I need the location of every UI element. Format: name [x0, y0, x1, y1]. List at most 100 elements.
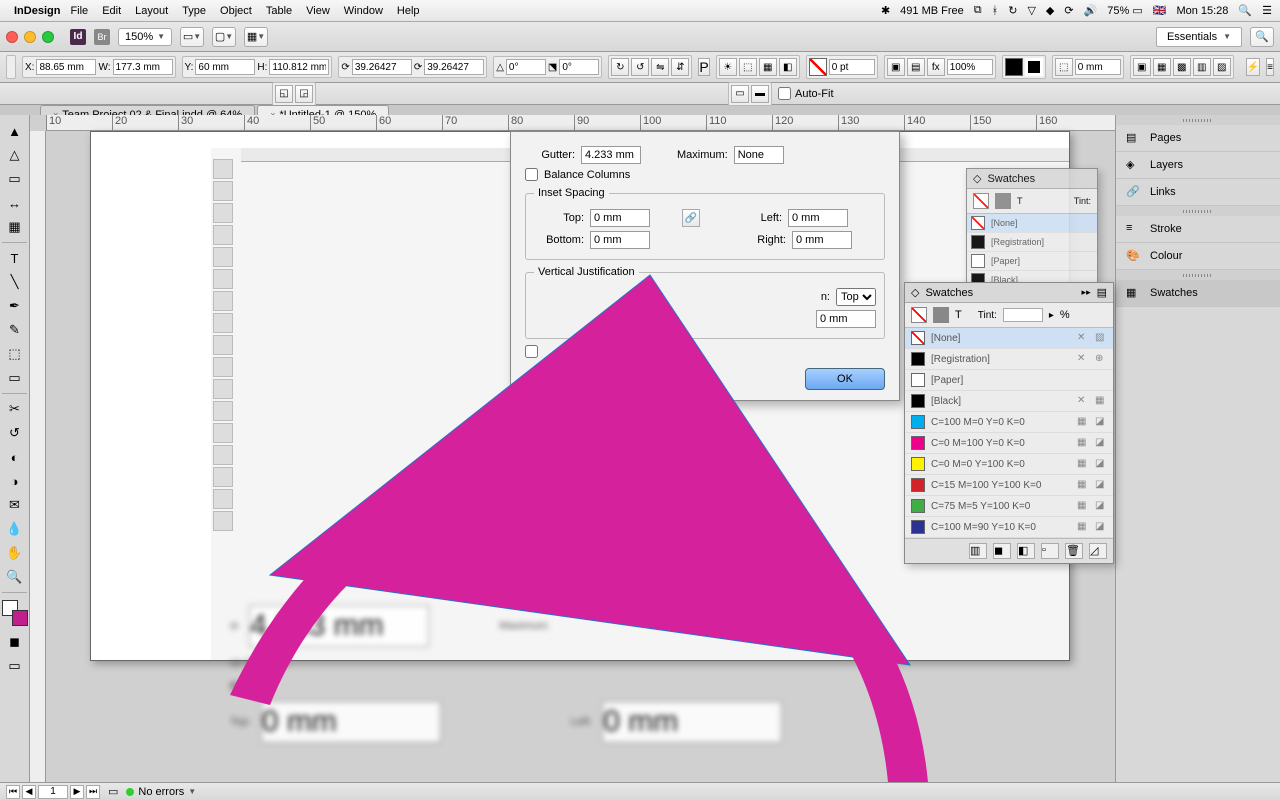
corner2-icon[interactable]: ◲	[295, 85, 313, 103]
scissors-tool[interactable]: ✂	[2, 398, 28, 420]
first-page-button[interactable]: ⏮	[6, 785, 20, 799]
swatch-magenta[interactable]: C=0 M=100 Y=0 K=0▦◪	[905, 433, 1113, 454]
workspace-switcher[interactable]: Essentials▼	[1156, 27, 1242, 47]
panel-stroke[interactable]: ≡Stroke	[1116, 216, 1280, 243]
fill-proxy-icon[interactable]	[973, 193, 989, 209]
maximum-field[interactable]	[734, 146, 784, 164]
textwrap-icon[interactable]: ⬚	[1055, 58, 1073, 76]
fx-icon[interactable]: fx	[927, 58, 945, 76]
gap-field[interactable]	[1075, 59, 1121, 75]
menu-object[interactable]: Object	[220, 5, 252, 17]
stroke-swatch[interactable]	[809, 58, 827, 76]
selection-tool[interactable]: ▲	[2, 120, 28, 142]
wrap-3-icon[interactable]: ▩	[1173, 58, 1191, 76]
scale-y-field[interactable]	[424, 59, 484, 75]
swatches-header[interactable]: ◇Swatches▸▸▤	[905, 283, 1113, 303]
close-window-button[interactable]	[6, 31, 18, 43]
zoom-window-button[interactable]	[42, 31, 54, 43]
next-page-button[interactable]: ▶	[70, 785, 84, 799]
flip-v-icon[interactable]: ⇵	[671, 58, 689, 76]
swatch-row[interactable]: [Registration]	[967, 233, 1097, 252]
fx-3-icon[interactable]: ▦	[759, 58, 777, 76]
inset-left-field[interactable]	[788, 209, 848, 227]
hand-tool[interactable]: ✋	[2, 542, 28, 564]
ok-button[interactable]: OK	[805, 368, 885, 390]
wrap-1-icon[interactable]: ▣	[1133, 58, 1151, 76]
panel-menu-icon[interactable]: ≡	[1266, 58, 1274, 76]
wifi-icon[interactable]: ▽	[1027, 4, 1035, 17]
align-select[interactable]: Top	[836, 288, 876, 306]
notifications-icon[interactable]: ☰	[1262, 4, 1272, 17]
formatting-container-icon[interactable]	[933, 307, 949, 323]
fill-stroke-swatch[interactable]	[2, 600, 28, 626]
fx-1-icon[interactable]: ☀	[719, 58, 737, 76]
content-collector-tool[interactable]: ▦	[2, 216, 28, 238]
wrap-5-icon[interactable]: ▨	[1213, 58, 1231, 76]
dropbox-icon[interactable]: ◆	[1046, 4, 1054, 17]
flag-icon[interactable]: 🇬🇧	[1153, 4, 1167, 17]
inset-right-field[interactable]	[792, 231, 852, 249]
open-doc-icon[interactable]: ▭	[108, 785, 118, 798]
reference-point[interactable]	[6, 55, 16, 79]
note-tool[interactable]: ✉	[2, 494, 28, 516]
apply-color-icon[interactable]: ◼	[2, 631, 28, 653]
menu-view[interactable]: View	[306, 5, 330, 17]
swatch-registration[interactable]: [Registration]✕⊕	[905, 349, 1113, 370]
menu-help[interactable]: Help	[397, 5, 420, 17]
preflight-status[interactable]: No errors▼	[126, 786, 196, 798]
formatting-container-icon[interactable]	[995, 193, 1011, 209]
rotate-cw-icon[interactable]: ↻	[611, 58, 629, 76]
delete-swatch-icon[interactable]: 🗑	[1065, 543, 1083, 559]
ignore-wrap-checkbox[interactable]	[525, 345, 538, 358]
new-swatch-icon[interactable]: ▫	[1041, 543, 1059, 559]
fill-black[interactable]	[1005, 58, 1023, 76]
page-tool[interactable]: ▭	[2, 168, 28, 190]
paragraph-spacing-field[interactable]	[816, 310, 876, 328]
swatch-blue[interactable]: C=100 M=90 Y=10 K=0▦◪	[905, 517, 1113, 538]
stroke-weight-field[interactable]	[829, 59, 875, 75]
swatch-cyan[interactable]: C=100 M=0 Y=0 K=0▦◪	[905, 412, 1113, 433]
menu-file[interactable]: File	[70, 5, 88, 17]
opacity-field[interactable]	[947, 59, 993, 75]
panel-swatches[interactable]: ▦Swatches	[1116, 280, 1280, 307]
balance-columns-checkbox[interactable]	[525, 168, 538, 181]
menu-window[interactable]: Window	[344, 5, 383, 17]
pen-tool[interactable]: ✒	[2, 295, 28, 317]
volume-icon[interactable]: 🔊	[1084, 4, 1098, 17]
gradient-feather-tool[interactable]: ◑	[2, 470, 28, 492]
last-page-button[interactable]: ⏭	[86, 785, 100, 799]
w-field[interactable]	[113, 59, 173, 75]
panel-links[interactable]: 🔗Links	[1116, 179, 1280, 206]
wrap-4-icon[interactable]: ▥	[1193, 58, 1211, 76]
swatch-row[interactable]: [None]	[967, 214, 1097, 233]
fit-1-icon[interactable]: ▣	[887, 58, 905, 76]
menu-type[interactable]: Type	[182, 5, 206, 17]
resize-icon[interactable]: ◿	[1089, 543, 1107, 559]
corner-icon[interactable]: ◱	[275, 85, 293, 103]
cell-opt2-icon[interactable]: ▬	[751, 85, 769, 103]
swatches-panel-small[interactable]: ◇Swatches T Tint: [None] [Registration] …	[966, 168, 1098, 291]
swatch-paper[interactable]: [Paper]	[905, 370, 1113, 391]
display-icon[interactable]: ⧉	[974, 4, 982, 17]
h-field[interactable]	[269, 59, 329, 75]
page-field[interactable]	[38, 785, 68, 799]
swatch-yellow[interactable]: C=0 M=0 Y=100 K=0▦◪	[905, 454, 1113, 475]
swatch-row[interactable]: [Paper]	[967, 252, 1097, 271]
pencil-tool[interactable]: ✎	[2, 319, 28, 341]
timemachine-icon[interactable]: ↻	[1008, 4, 1017, 17]
panel-layers[interactable]: ◈Layers	[1116, 152, 1280, 179]
panel-grip[interactable]	[1116, 115, 1280, 125]
fit-2-icon[interactable]: ▤	[907, 58, 925, 76]
select-container-icon[interactable]: P	[698, 58, 709, 76]
bluetooth-icon[interactable]: ᚼ	[992, 5, 999, 17]
menu-layout[interactable]: Layout	[135, 5, 168, 17]
prev-page-button[interactable]: ◀	[22, 785, 36, 799]
panel-colour[interactable]: 🎨Colour	[1116, 243, 1280, 270]
direct-selection-tool[interactable]: △	[2, 144, 28, 166]
app-name[interactable]: InDesign	[14, 5, 60, 17]
swatch-none[interactable]: [None]✕▨	[905, 328, 1113, 349]
swatch-green[interactable]: C=75 M=5 Y=100 K=0▦◪	[905, 496, 1113, 517]
rotate-ccw-icon[interactable]: ↺	[631, 58, 649, 76]
quick-apply-icon[interactable]: ⚡	[1246, 58, 1260, 76]
menu-table[interactable]: Table	[266, 5, 292, 17]
